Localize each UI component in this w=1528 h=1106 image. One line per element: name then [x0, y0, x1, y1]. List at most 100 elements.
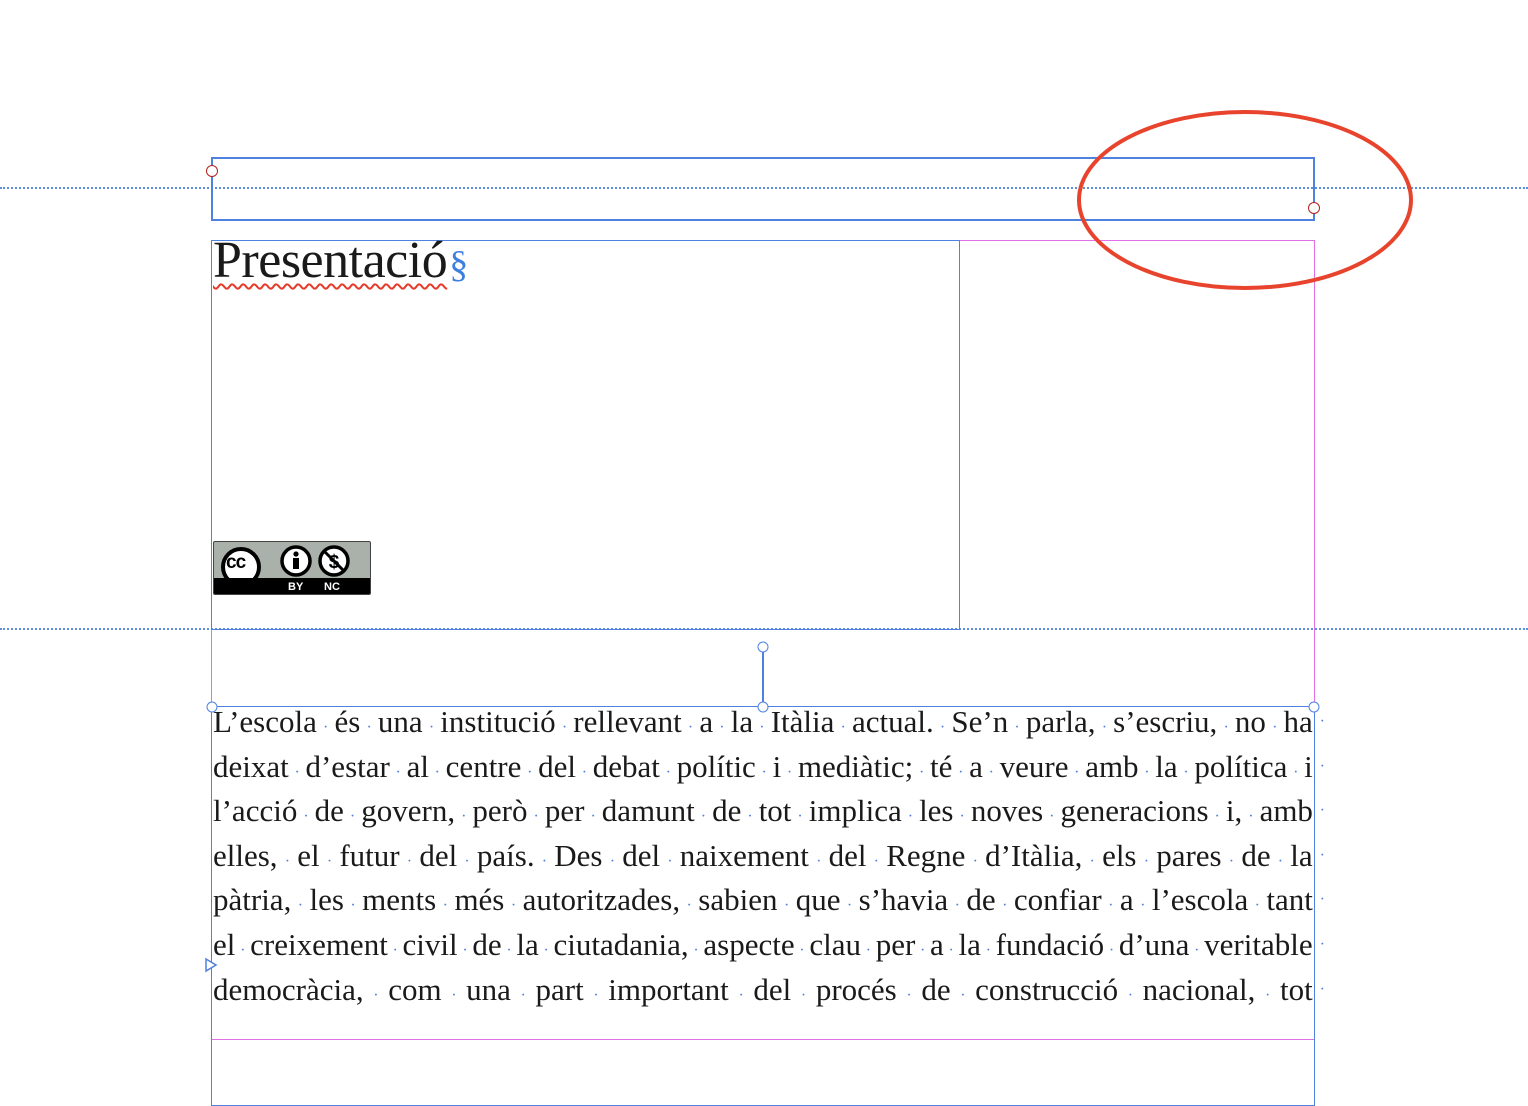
annotation-ellipse	[1077, 110, 1413, 290]
space-marker: ·	[1277, 852, 1284, 870]
word: l’escola	[1151, 882, 1249, 918]
word: deixat	[213, 748, 289, 784]
word: construcció	[975, 971, 1119, 1007]
word: democràcia,	[213, 971, 364, 1007]
space-marker: ·	[1108, 941, 1115, 959]
space-marker: ·	[297, 897, 304, 915]
word: i,	[1225, 793, 1243, 829]
word: a	[699, 704, 714, 739]
word: les	[919, 793, 954, 829]
space-marker: ·	[1140, 897, 1146, 915]
word: la	[516, 926, 539, 962]
word: elles,	[213, 837, 278, 873]
word: centre	[445, 748, 522, 784]
word: i	[772, 748, 782, 784]
rotation-handle[interactable]	[757, 641, 769, 653]
word: Des	[554, 837, 603, 873]
space-marker: ·	[1248, 808, 1254, 826]
word: la	[1155, 748, 1178, 784]
space-marker: ·	[1223, 719, 1229, 736]
in-port-handle[interactable]	[206, 165, 218, 177]
heading-title[interactable]: Presentació§	[213, 228, 468, 298]
space-marker: ·	[294, 763, 300, 781]
word: nacional,	[1142, 971, 1256, 1007]
space-marker: ·	[920, 941, 926, 959]
space-marker: ·	[972, 852, 978, 870]
space-marker: ·	[958, 763, 964, 781]
space-marker: ·	[323, 719, 329, 736]
word: les	[309, 882, 344, 918]
nc-label: NC	[324, 581, 340, 593]
word: rellevant	[573, 704, 682, 739]
word: parla,	[1025, 704, 1096, 739]
space-marker: ·	[395, 763, 401, 781]
space-marker: ·	[520, 986, 526, 1004]
space-marker: ·	[527, 763, 533, 781]
space-marker: ·	[561, 719, 568, 736]
word: política	[1194, 748, 1288, 784]
space-marker: ·	[1143, 852, 1150, 870]
body-line: L’escola · és · una · institució · rellevant · a · l…	[213, 700, 1325, 745]
space-marker: ·	[840, 719, 846, 736]
word: mediàtic;	[797, 748, 914, 784]
space-marker: ·	[240, 941, 246, 959]
space-marker: ·	[693, 941, 699, 959]
space-marker: ·	[918, 763, 925, 781]
space-marker: ·	[1228, 852, 1235, 870]
body-line: deixat · d’estar · al · centre · del · debat · polít…	[213, 745, 1325, 790]
word: del	[419, 837, 458, 873]
word: Itàlia	[770, 704, 835, 739]
word: com	[388, 971, 442, 1007]
word: s’havia	[858, 882, 949, 918]
space-marker: ·	[1108, 897, 1114, 915]
space-marker: ·	[907, 808, 914, 826]
space-marker: ·	[609, 852, 616, 870]
word: amb	[1259, 793, 1313, 829]
word: de	[314, 793, 344, 829]
space-marker: ·	[1014, 719, 1020, 736]
word: damunt	[601, 793, 695, 829]
space-marker: ·	[954, 897, 960, 915]
word: de	[712, 793, 742, 829]
word: a	[969, 748, 983, 784]
space-marker: ·	[783, 897, 790, 915]
space-marker: ·	[350, 897, 356, 915]
space-marker: ·	[960, 986, 966, 1004]
space-marker: ·	[434, 763, 440, 781]
space-marker: ·	[349, 808, 356, 826]
word: la	[958, 926, 981, 962]
word: de	[472, 926, 502, 962]
word: amb	[1085, 748, 1139, 784]
word: creixement	[250, 926, 388, 962]
space-marker: ·	[1319, 757, 1325, 775]
space-marker: ·	[543, 941, 549, 959]
space-marker: ·	[797, 808, 803, 826]
space-marker: ·	[873, 852, 879, 870]
cc-label: cc	[226, 552, 246, 573]
word: veure	[999, 748, 1069, 784]
space-marker: ·	[865, 941, 871, 959]
cc-by-nc-license-badge[interactable]: $ cc BY NC	[213, 541, 371, 595]
word: veritable	[1204, 926, 1313, 962]
word: una	[377, 704, 423, 739]
word: d’Itàlia,	[985, 837, 1083, 873]
word: autoritzades,	[522, 882, 681, 918]
space-marker: ·	[1089, 852, 1095, 870]
space-marker: ·	[1101, 719, 1108, 736]
space-marker: ·	[506, 941, 512, 959]
space-marker: ·	[738, 986, 744, 1004]
word: tot	[758, 793, 792, 829]
word: però	[472, 793, 528, 829]
word: s’escriu,	[1113, 704, 1218, 739]
space-marker: ·	[1272, 719, 1278, 736]
word: pàtria,	[213, 882, 292, 918]
word: Regne	[886, 837, 966, 873]
space-marker: ·	[1183, 763, 1189, 781]
space-marker: ·	[1319, 980, 1325, 998]
word: els	[1102, 837, 1137, 873]
word: del	[538, 748, 576, 784]
space-marker: ·	[366, 719, 372, 736]
body-paragraph[interactable]: L’escola · és · una · institució · rellevant · a · l…	[213, 700, 1325, 1012]
space-marker: ·	[667, 852, 673, 870]
space-marker: ·	[593, 986, 599, 1004]
